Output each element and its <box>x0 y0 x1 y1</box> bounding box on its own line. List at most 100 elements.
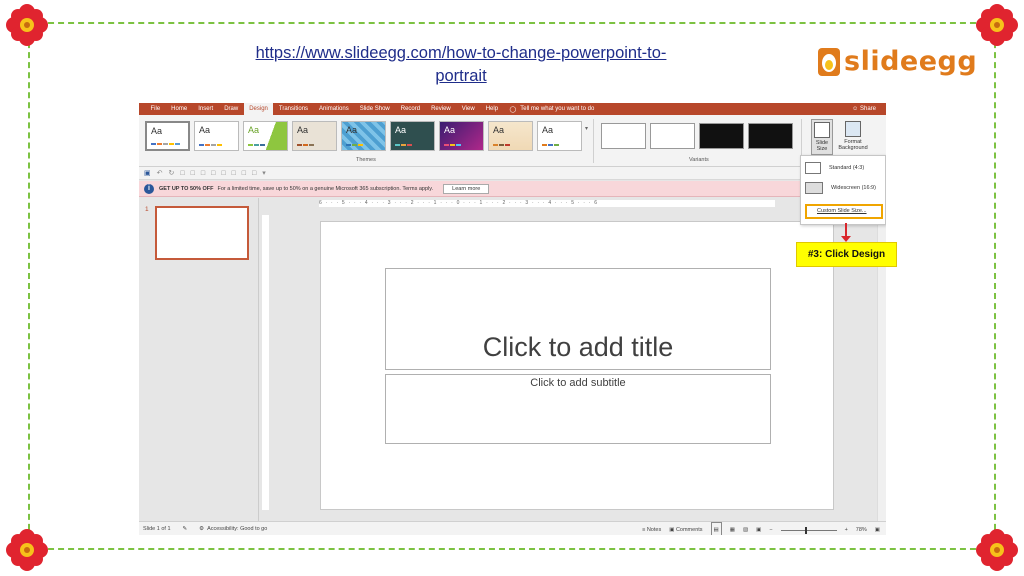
accessibility-icon[interactable]: ⚙ <box>199 526 204 532</box>
comments-button[interactable]: ▣ Comments <box>669 523 702 535</box>
share-label: Share <box>859 106 876 112</box>
title-placeholder[interactable]: Click to add title <box>385 268 771 370</box>
person-icon: ☺ <box>852 106 859 112</box>
comments-label: Comments <box>675 527 703 533</box>
theme-item[interactable]: Aa <box>439 121 484 151</box>
slide-size-label: Slide Size <box>815 140 829 152</box>
theme-sample: Aa <box>199 125 211 135</box>
menu-design[interactable]: Design <box>243 103 274 115</box>
standard-size-icon <box>805 162 821 174</box>
share-button[interactable]: ☺ Share <box>852 103 876 115</box>
theme-sample: Aa <box>444 125 456 135</box>
slide-canvas[interactable]: Click to add title Click to add subtitle <box>320 221 834 510</box>
variant-item[interactable] <box>601 123 646 149</box>
menu-view[interactable]: View <box>456 103 480 115</box>
toolbar-icon[interactable]: □ <box>180 170 184 177</box>
toolbar-icon[interactable]: □ <box>221 170 225 177</box>
slide-sorter-icon[interactable]: ▦ <box>730 523 735 535</box>
toolbar-icon[interactable]: □ <box>252 170 256 177</box>
theme-item[interactable]: Aa <box>292 121 337 151</box>
widescreen-size-label: Widescreen (16:9) <box>831 185 876 191</box>
menu-file[interactable]: File <box>145 103 166 115</box>
article-url-link[interactable]: https://www.slideegg.com/how-to-change-p… <box>230 42 692 88</box>
theme-item[interactable]: Aa <box>537 121 582 151</box>
slide-thumbnail[interactable] <box>155 206 249 260</box>
toolbar-icon[interactable]: □ <box>242 170 246 177</box>
redo-icon[interactable]: ↻ <box>169 169 175 177</box>
slide-size-dropdown: Standard (4:3) Widescreen (16:9) Custom … <box>800 155 886 225</box>
variant-item[interactable] <box>650 123 695 149</box>
menu-animations[interactable]: Animations <box>314 103 355 115</box>
theme-sample: Aa <box>395 125 407 135</box>
custom-slide-size-option[interactable]: Custom Slide Size... <box>805 204 883 219</box>
format-background-button[interactable]: Format Background <box>835 119 871 155</box>
menu-transitions[interactable]: Transitions <box>273 103 313 115</box>
learn-more-button[interactable]: Learn more <box>443 183 490 194</box>
zoom-in-icon[interactable]: + <box>845 523 848 535</box>
flower-icon <box>975 3 1019 47</box>
slideegg-logo: slideegg <box>818 46 977 77</box>
theme-item[interactable]: Aa <box>341 121 386 151</box>
slide-size-icon <box>814 122 830 138</box>
zoom-out-icon[interactable]: − <box>769 523 772 535</box>
save-icon[interactable]: ▣ <box>144 169 151 177</box>
menu-insert[interactable]: Insert <box>193 103 219 115</box>
fit-slide-icon[interactable]: ▣ <box>875 523 880 535</box>
menu-help[interactable]: Help <box>480 103 503 115</box>
flower-icon <box>5 3 49 47</box>
spellcheck-icon[interactable]: ✎ <box>183 526 188 532</box>
normal-view-icon[interactable]: ▤ <box>710 522 722 535</box>
theme-item[interactable]: Aa <box>390 121 435 151</box>
notes-button[interactable]: ≡ Notes <box>642 523 661 535</box>
lightbulb-icon: ◯ <box>509 106 517 113</box>
accessibility-status[interactable]: Accessibility: Good to go <box>207 526 267 532</box>
customize-qat-icon[interactable]: ▾ <box>262 169 266 177</box>
vertical-ruler <box>262 215 269 510</box>
slideshow-icon[interactable]: ▣ <box>756 523 761 535</box>
themes-scroll-icon[interactable]: ▾ <box>585 125 588 132</box>
powerpoint-window: File Home Insert Draw Design Transitions… <box>139 103 886 535</box>
subtitle-placeholder[interactable]: Click to add subtitle <box>385 374 771 444</box>
toolbar-icon[interactable]: □ <box>211 170 215 177</box>
theme-item[interactable]: Aa <box>194 121 239 151</box>
zoom-slider-knob[interactable] <box>804 526 807 534</box>
divider <box>593 119 594 163</box>
theme-item[interactable]: Aa <box>488 121 533 151</box>
step-callout: #3: Click Design <box>796 242 897 267</box>
menu-draw[interactable]: Draw <box>219 103 244 115</box>
slide-size-button[interactable]: Slide Size <box>811 119 833 155</box>
menu-slide-show[interactable]: Slide Show <box>354 103 395 115</box>
variant-item[interactable] <box>748 123 793 149</box>
reading-view-icon[interactable]: ▧ <box>743 523 748 535</box>
notes-label: Notes <box>646 527 662 533</box>
standard-size-option[interactable]: Standard (4:3) <box>805 162 864 174</box>
flower-icon <box>5 528 49 572</box>
variant-item[interactable] <box>699 123 744 149</box>
menu-bar: File Home Insert Draw Design Transitions… <box>139 103 886 115</box>
theme-sample: Aa <box>248 125 260 135</box>
menu-record[interactable]: Record <box>395 103 425 115</box>
zoom-slider[interactable] <box>780 526 837 534</box>
zoom-level[interactable]: 78% <box>856 523 867 535</box>
theme-sample: Aa <box>151 126 163 136</box>
toolbar-icon[interactable]: □ <box>191 170 195 177</box>
status-right-group: ≡ Notes ▣ Comments ▤ ▦ ▧ ▣ − + 78% ▣ <box>642 522 880 535</box>
thumbnail-number: 1 <box>145 206 149 213</box>
toolbar-icon[interactable]: □ <box>201 170 205 177</box>
menu-review[interactable]: Review <box>426 103 457 115</box>
theme-office[interactable]: Aa <box>145 121 190 151</box>
comment-icon: ▣ <box>669 527 676 533</box>
tell-me-search[interactable]: ◯ Tell me what you want to do <box>510 106 595 113</box>
toolbar-icon[interactable]: □ <box>232 170 236 177</box>
promo-text: For a limited time, save up to 50% on a … <box>217 185 434 192</box>
slide-count: Slide 1 of 1 <box>143 525 171 532</box>
theme-item[interactable]: Aa <box>243 121 288 151</box>
tell-me-text: Tell me what you want to do <box>520 106 595 112</box>
undo-icon[interactable]: ↶ <box>157 169 163 177</box>
subtitle-placeholder-text: Click to add subtitle <box>530 377 626 389</box>
widescreen-size-option[interactable]: Widescreen (16:9) <box>805 182 876 194</box>
brand-name: slideegg <box>844 46 978 77</box>
themes-group-label: Themes <box>356 157 376 163</box>
variants-group-label: Variants <box>689 157 709 163</box>
menu-home[interactable]: Home <box>166 103 193 115</box>
